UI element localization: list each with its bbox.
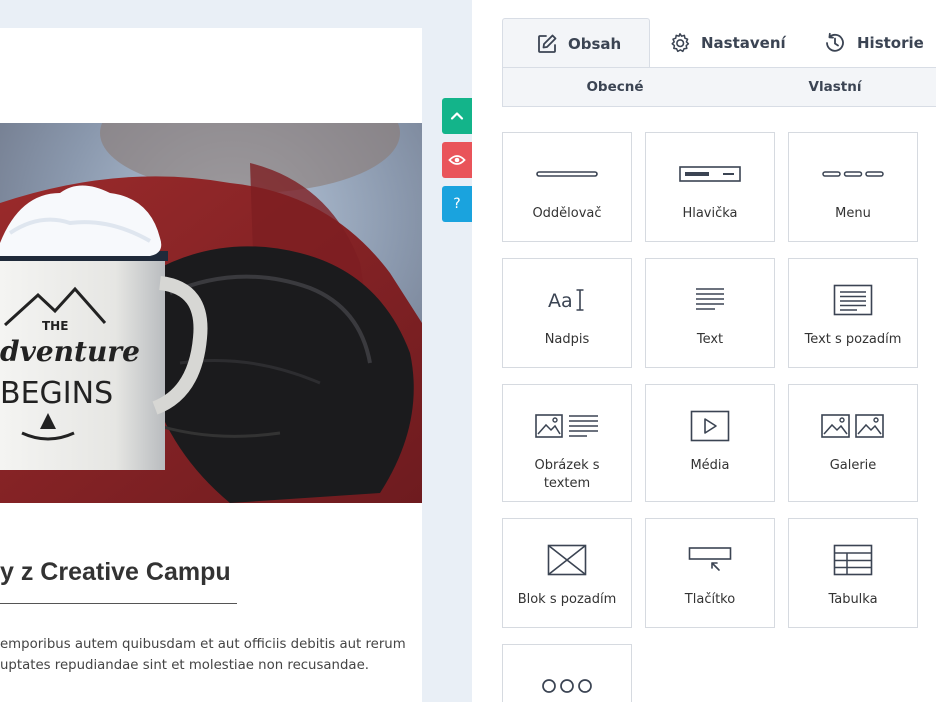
email-heading[interactable]: y z Creative Campu [0,558,260,587]
media-icon [690,410,730,442]
block-label: Oddělovač [532,206,602,221]
help-button[interactable]: ? [442,186,472,222]
text-icon [696,288,724,310]
body-line: emporibus autem quibusdam et aut officii… [0,637,406,652]
block-text-background[interactable]: Text s pozadím [788,258,918,368]
subtab-general[interactable]: Obecné [503,68,727,106]
history-icon [826,32,844,52]
block-label: Text s pozadím [804,332,902,347]
block-label: Menu [835,206,871,221]
gear-icon [671,33,690,53]
panel-subtabs: Obecné Vlastní [502,67,936,107]
background-block-icon [547,544,587,576]
editor-canvas: THE dventure BEGINS y z Creative Campu e… [0,0,472,702]
tab-label: Historie [857,34,924,52]
tab-settings[interactable]: Nastavení [669,18,786,68]
subtab-custom[interactable]: Vlastní [727,68,936,106]
block-text[interactable]: Text [645,258,775,368]
chevron-up-icon [450,112,464,120]
table-icon [833,544,873,576]
block-label: Tlačítko [684,592,736,607]
heading-underline [0,603,237,604]
block-image-text[interactable]: Obrázek s textem [502,384,632,502]
block-background[interactable]: Blok s pozadím [502,518,632,628]
hero-photo: THE dventure BEGINS [0,123,422,503]
block-button[interactable]: Tlačítko [645,518,775,628]
body-line: uptates repudiandae sint et molestiae no… [0,658,369,673]
panel-tabs: Obsah Nastavení Historie [502,18,936,68]
block-more[interactable] [502,644,632,702]
block-label: Galerie [829,458,877,473]
email-preview: THE dventure BEGINS y z Creative Campu e… [0,28,422,702]
block-menu[interactable]: Menu [788,132,918,242]
block-label: Nadpis [544,332,590,347]
block-label: Text [696,332,724,347]
block-table[interactable]: Tabulka [788,518,918,628]
text-background-icon [833,284,873,316]
more-icon [542,679,592,693]
button-icon [688,547,732,571]
mug-text-mid: dventure [0,335,140,368]
block-divider[interactable]: Oddělovač [502,132,632,242]
email-body-text[interactable]: emporibus autem quibusdam et aut officii… [0,634,422,676]
block-label: Obrázek s textem [534,458,600,491]
tab-label: Obsah [568,34,622,53]
block-label: Hlavička [682,206,738,221]
block-header[interactable]: Hlavička [645,132,775,242]
mug-text-bottom: BEGINS [0,376,113,411]
move-up-button[interactable] [442,98,472,134]
eye-icon [448,155,466,165]
block-gallery[interactable]: Galerie [788,384,918,502]
mug-text-top: THE [42,319,68,333]
heading-icon: Aa [548,289,584,312]
block-label: Tabulka [828,592,878,607]
block-heading[interactable]: Aa Nadpis [502,258,632,368]
menu-icon [822,171,884,177]
divider-icon [536,171,598,177]
heading-icon-text: Aa [548,290,573,312]
preview-button[interactable] [442,142,472,178]
header-icon [679,166,741,182]
hero-image[interactable]: THE dventure BEGINS [0,123,422,503]
block-label: Blok s pozadím [517,592,617,607]
content-panel: Obsah Nastavení Historie Obecné Vlastní [472,0,936,702]
tab-history[interactable]: Historie [823,18,924,68]
block-media[interactable]: Média [645,384,775,502]
gallery-icon [821,414,884,438]
tab-label: Nastavení [701,34,786,52]
image-text-icon [535,414,598,438]
block-label: Média [690,458,730,473]
tab-content[interactable]: Obsah [502,18,650,68]
edit-icon [538,34,557,53]
